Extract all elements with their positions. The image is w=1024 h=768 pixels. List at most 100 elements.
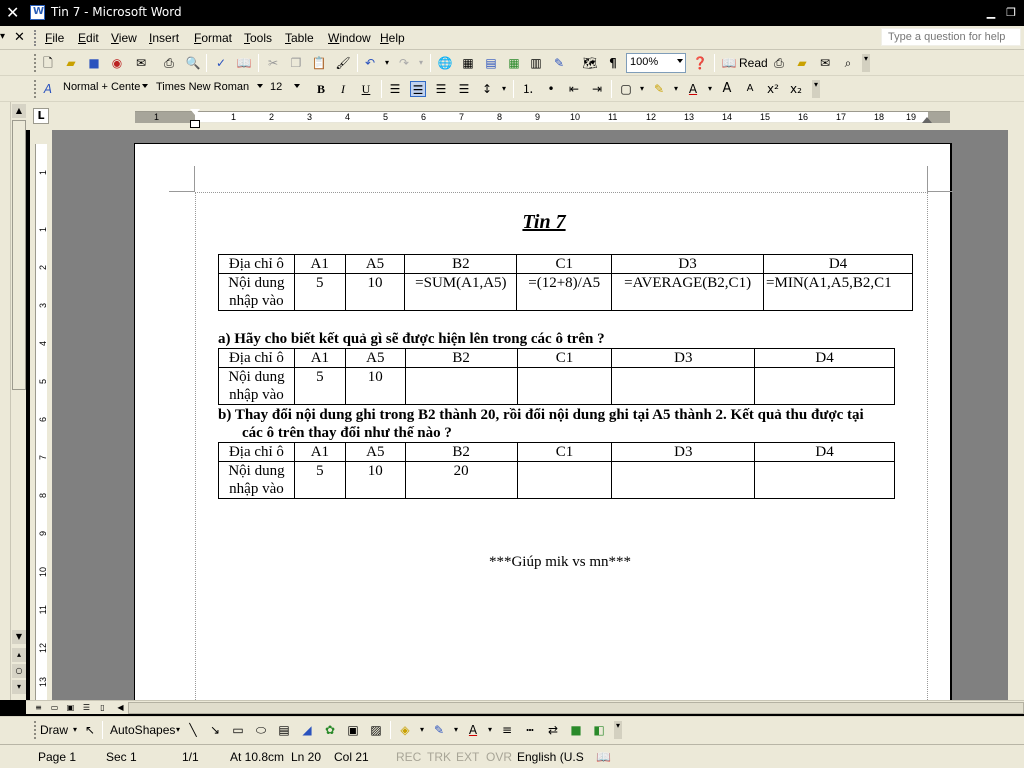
3d-icon[interactable]: ◧ — [591, 722, 607, 738]
line-icon[interactable]: ╲ — [185, 722, 201, 738]
fill-color-dropdown-icon[interactable]: ▾ — [414, 722, 430, 738]
next-page-icon[interactable]: ▾ — [12, 680, 26, 694]
left-indent-marker[interactable] — [190, 120, 200, 128]
table-cell[interactable]: D4 — [754, 348, 895, 368]
menu-view[interactable]: View — [111, 31, 137, 45]
table-cell[interactable]: D4 — [754, 442, 895, 462]
copy-icon[interactable]: ❐ — [288, 55, 304, 71]
menu-edit[interactable]: Edit — [78, 31, 99, 45]
subscript-icon[interactable]: x₂ — [788, 81, 804, 97]
table-cell[interactable] — [516, 461, 613, 499]
status-line[interactable]: Ln 20 — [291, 750, 321, 764]
redo-dropdown-icon[interactable]: ▾ — [413, 55, 429, 71]
menu-window[interactable]: Window — [328, 31, 371, 45]
bullets-icon[interactable]: • — [543, 81, 559, 97]
table-cell[interactable]: 10 — [344, 367, 406, 405]
table-cell[interactable]: D3 — [611, 348, 756, 368]
table-cell[interactable]: Nội dung nhập vào — [218, 273, 295, 311]
drawing-font-color-icon[interactable]: A — [465, 722, 481, 738]
ask-question-box[interactable]: Type a question for help — [881, 28, 1021, 46]
close-doc-icon[interactable]: ✕ — [6, 3, 19, 22]
diagram-icon[interactable]: ✿ — [322, 722, 338, 738]
bold-icon[interactable]: B — [313, 81, 329, 97]
table-cell[interactable]: C1 — [516, 442, 613, 462]
print-icon[interactable]: ⎙ — [161, 55, 177, 71]
picture-icon[interactable]: ▨ — [368, 722, 384, 738]
arrow-icon[interactable]: ↘ — [207, 722, 223, 738]
line-spacing-icon[interactable]: ↕ — [479, 81, 495, 97]
table-cell[interactable] — [516, 367, 613, 405]
formula-table[interactable]: Địa chỉ ô A1 A5 B2 C1 D3 D4 Nội dung nhậ… — [218, 254, 913, 311]
fill-color-icon[interactable]: ◈ — [397, 722, 413, 738]
line-style-icon[interactable]: ≡ — [499, 722, 515, 738]
vertical-ruler[interactable] — [30, 130, 52, 700]
line-color-icon[interactable]: ✎ — [431, 722, 447, 738]
table-cell[interactable]: Nội dung nhập vào — [218, 367, 295, 405]
paste-icon[interactable]: 📋 — [311, 55, 327, 71]
highlight-icon[interactable]: ✎ — [651, 81, 667, 97]
status-language[interactable]: English (U.S — [517, 750, 584, 764]
read-icon[interactable]: 📖 — [721, 55, 737, 71]
table-cell[interactable]: 5 — [293, 367, 346, 405]
tab-selector[interactable]: L — [33, 108, 49, 124]
answer-table-b[interactable]: Địa chỉ ô A1 A5 B2 C1 D3 D4 Nội dung nhậ… — [218, 442, 895, 499]
table-cell[interactable] — [754, 367, 895, 405]
word-app-icon[interactable]: W — [30, 5, 45, 20]
left-scrollbar[interactable]: ▲ ▼ ▴ ○ ▾ — [10, 102, 26, 700]
scroll-up-icon[interactable]: ▲ — [12, 104, 26, 118]
minimize-icon[interactable]: ▁ — [984, 6, 998, 20]
font-combo[interactable]: Times New Roman — [153, 79, 265, 99]
web-layout-icon[interactable]: ▭ — [48, 702, 61, 714]
textbox-icon[interactable]: ▤ — [276, 722, 292, 738]
status-rec[interactable]: REC — [396, 750, 421, 764]
browse-object-icon[interactable]: ○ — [12, 664, 26, 678]
menu-help[interactable]: Help — [380, 31, 405, 45]
table-cell[interactable]: Địa chỉ ô — [218, 254, 295, 274]
table-cell[interactable]: =AVERAGE(B2,C1) — [611, 273, 765, 311]
drawing-font-color-dropdown-icon[interactable]: ▾ — [482, 722, 498, 738]
scroll-down-icon[interactable]: ▼ — [12, 630, 26, 644]
tables-borders-icon[interactable]: ▦ — [460, 55, 476, 71]
align-right-icon[interactable]: ☰ — [433, 81, 449, 97]
normal-view-icon[interactable]: ≡ — [32, 702, 45, 714]
draw-dropdown-icon[interactable]: ▾ — [67, 722, 83, 738]
highlight-dropdown-icon[interactable]: ▾ — [668, 81, 684, 97]
undo-icon[interactable]: ↶ — [362, 55, 378, 71]
status-trk[interactable]: TRK — [427, 750, 451, 764]
rectangle-icon[interactable]: ▭ — [230, 722, 246, 738]
status-page[interactable]: Page 1 — [38, 750, 76, 764]
reading-layout-icon[interactable]: ▯ — [96, 702, 109, 714]
ruler-strip[interactable] — [135, 111, 950, 123]
document-page[interactable]: Tin 7 Địa chỉ ô A1 A5 B2 C1 D3 D4 Nội du… — [134, 143, 953, 700]
permission-icon[interactable]: ◉ — [109, 55, 125, 71]
hscroll-thumb[interactable] — [128, 702, 1024, 714]
autoshapes-dropdown-icon[interactable]: ▾ — [170, 722, 186, 738]
shadow-icon[interactable]: ■ — [568, 722, 584, 738]
table-cell[interactable]: A5 — [344, 348, 406, 368]
mail-icon[interactable]: ✉ — [817, 55, 833, 71]
new-doc-icon[interactable]: 🗋 — [40, 55, 56, 71]
table-cell[interactable]: A5 — [344, 442, 406, 462]
undo-dropdown-icon[interactable]: ▾ — [379, 55, 395, 71]
line-color-dropdown-icon[interactable]: ▾ — [448, 722, 464, 738]
horizontal-ruler[interactable]: L 1 1 2 3 4 5 6 7 8 9 10 11 12 13 14 15 … — [0, 102, 1024, 130]
font-color-dropdown-icon[interactable]: ▾ — [702, 81, 718, 97]
document-map-icon[interactable]: 🗺 — [582, 55, 598, 71]
borders-dropdown-icon[interactable]: ▾ — [634, 81, 650, 97]
draw-menu[interactable]: Draw — [40, 723, 68, 737]
arrow-style-icon[interactable]: ⇄ — [545, 722, 561, 738]
menu-grip[interactable] — [34, 30, 37, 46]
doc-close-icon[interactable]: ✕ — [14, 30, 25, 45]
table-cell[interactable]: A5 — [344, 254, 406, 274]
read-button[interactable]: Read — [739, 56, 768, 70]
drawing-icon[interactable]: ✎ — [551, 55, 567, 71]
align-left-icon[interactable]: ☰ — [387, 81, 403, 97]
email-icon[interactable]: ✉ — [133, 55, 149, 71]
answer-table-a[interactable]: Địa chỉ ô A1 A5 B2 C1 D3 D4 Nội dung nhậ… — [218, 348, 895, 405]
format-painter-icon[interactable]: 🖌 — [335, 55, 351, 71]
cut-icon[interactable]: ✂ — [265, 55, 281, 71]
menu-file[interactable]: File — [45, 31, 64, 45]
table-cell[interactable]: 10 — [344, 461, 406, 499]
status-pages[interactable]: 1/1 — [182, 750, 199, 764]
toolbar-options-icon[interactable]: ▾ — [862, 54, 870, 72]
